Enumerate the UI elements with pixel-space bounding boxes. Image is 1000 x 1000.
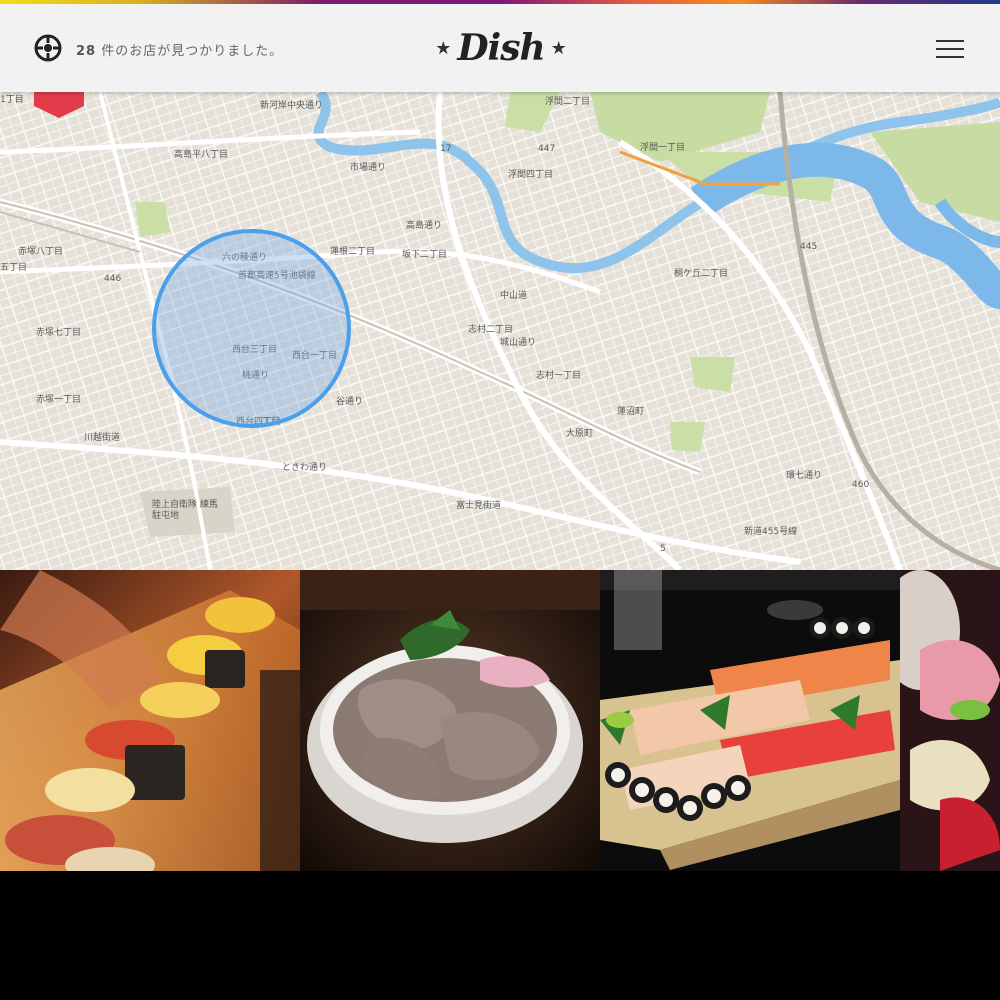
map-label: 富士見街道	[456, 501, 502, 511]
result-count-suffix: 件のお店が見つかりました。	[101, 44, 284, 59]
star-icon: ★	[435, 37, 452, 59]
map-label: 大原町	[566, 429, 594, 439]
restaurant-photo-strip	[0, 570, 1000, 871]
map-label: 高島平八丁目	[174, 150, 229, 160]
pin-icon	[34, 92, 84, 118]
map-label: 志村一丁目	[536, 371, 582, 381]
photo-sushi-platter[interactable]	[600, 570, 900, 871]
map-label: 447	[538, 144, 556, 154]
sushi-platter-image	[600, 570, 900, 871]
map-label: 浮間四丁目	[508, 170, 554, 180]
map-label: 中山道	[500, 291, 528, 301]
map-label: 五丁目	[0, 263, 28, 273]
map-label: 新河岸中央通り	[260, 101, 324, 111]
crosshair-icon	[34, 34, 62, 62]
map-label: 赤塚七丁目	[36, 328, 82, 338]
map-label: 高島通り	[406, 221, 443, 231]
map-label: 川越街道	[84, 433, 121, 443]
map-label: 新道455号線	[744, 527, 798, 537]
map-label: 桐ケ丘二丁目	[674, 269, 729, 279]
map-label: 環七通り	[786, 471, 823, 481]
dish-logo[interactable]: ★ Dish ★	[435, 20, 567, 76]
current-location-button[interactable]	[33, 33, 63, 63]
map-label: 蓮根二丁目	[330, 247, 376, 257]
result-count-text: 28 件のお店が見つかりました。	[76, 40, 283, 59]
map-pin-marker[interactable]	[34, 92, 84, 118]
search-radius-circle[interactable]	[152, 229, 351, 428]
map-label: 谷通り	[336, 397, 364, 407]
map-label: 浮間一丁目	[640, 143, 686, 153]
menu-line	[936, 56, 964, 58]
tuna-rice-bowl-image	[300, 570, 600, 871]
map-label: 1丁目	[0, 95, 24, 105]
map-label: 446	[104, 274, 122, 284]
map-label: 445	[800, 242, 818, 252]
top-bar: 28 件のお店が見つかりました。 ★ Dish ★	[0, 4, 1000, 92]
map-label: 460	[852, 480, 870, 490]
map-label: 5	[660, 544, 666, 554]
hamburger-menu-button[interactable]	[936, 38, 966, 60]
map-label: 市場通り	[350, 163, 387, 173]
map-label: 浮間二丁目	[545, 97, 591, 107]
map-label: 陸上自衛隊 練馬駐屯地	[152, 500, 218, 521]
map-label: 赤塚一丁目	[36, 395, 82, 405]
map-label: 赤塚八丁目	[18, 247, 64, 257]
map-label: 蓮沼町	[617, 407, 645, 417]
sushi-counter-image	[0, 570, 300, 871]
logo-wordmark: Dish	[457, 27, 545, 69]
map-view[interactable]: 新河岸中央通り 浮間二丁目 浮間一丁目 浮間四丁目 高島平八丁目 市場通り 中山…	[0, 92, 1000, 570]
photo-sushi-counter[interactable]	[0, 570, 300, 871]
map-label: ときわ通り	[282, 463, 328, 473]
menu-line	[936, 48, 964, 50]
map-label: 坂下二丁目	[402, 250, 448, 260]
map-label: 城山通り	[500, 338, 537, 348]
tuna-sushi-closeup-image	[900, 570, 1000, 871]
photo-tuna-sushi-closeup[interactable]	[900, 570, 1000, 871]
photo-tuna-rice-bowl[interactable]	[300, 570, 600, 871]
menu-line	[936, 40, 964, 42]
map-label: 17	[440, 144, 452, 154]
result-count: 28	[76, 44, 97, 59]
star-icon: ★	[550, 37, 567, 59]
map-label: 志村二丁目	[468, 325, 514, 335]
